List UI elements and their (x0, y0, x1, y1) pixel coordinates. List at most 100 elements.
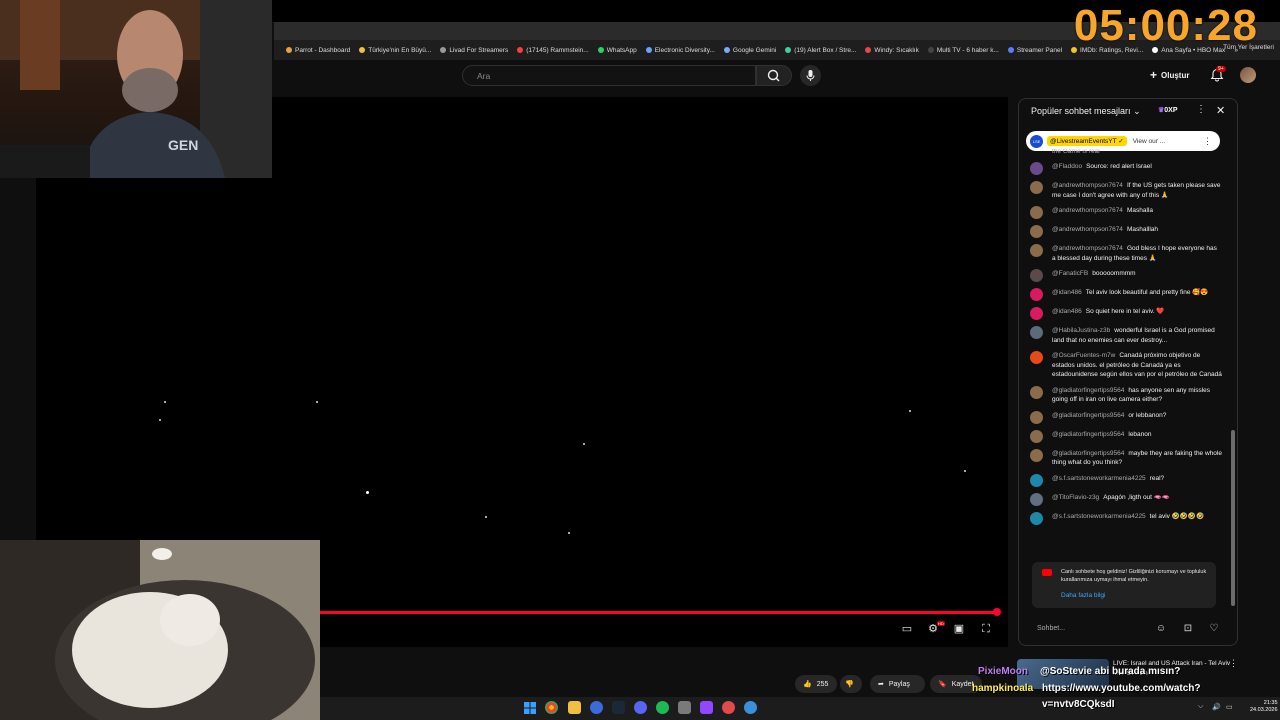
bookmark-item[interactable]: (17145) Rammstein... (517, 47, 589, 54)
create-button[interactable]: + Oluştur (1150, 68, 1189, 82)
learn-more-link[interactable]: Daha fazla bilgi (1061, 592, 1105, 599)
chat-message-body: @s.f.sartstoneworkarmenia4225 tel aviv 🤣🤣… (1052, 512, 1204, 525)
bookmark-item[interactable]: Livad For Streamers (440, 47, 508, 54)
chat-author[interactable]: @s.f.sartstoneworkarmenia4225 (1052, 475, 1146, 482)
bookmark-icon (785, 47, 792, 53)
chat-author[interactable]: @HabilaJustina-z3b (1052, 327, 1110, 334)
chat-author[interactable]: @Fladdoo (1052, 163, 1082, 170)
bookmark-label: Parrot - Dashboard (295, 46, 351, 54)
youtube-icon (1042, 569, 1052, 576)
chat-message[interactable]: @andrewthompson7674 Mashalla (1030, 206, 1222, 219)
chat-message[interactable]: @idan486 So quiet here in tel aviv. ❤️ (1030, 307, 1222, 320)
system-clock[interactable]: 21:35 24.03.2026 (1250, 700, 1278, 714)
chat-message[interactable]: @gladiatorfingertips9564 lebanon (1030, 429, 1222, 443)
emoji-icon[interactable]: ☺ (1154, 622, 1168, 636)
chrome-icon[interactable] (545, 701, 558, 714)
discord-icon[interactable] (634, 701, 647, 714)
bookmark-item[interactable]: Multi TV - 6 haber k... (927, 47, 999, 54)
voice-search-button[interactable] (800, 65, 821, 86)
bookmark-label: Google Gemini (732, 46, 777, 54)
bookmark-item[interactable]: Google Gemini (723, 46, 777, 54)
heart-icon[interactable]: ♡ (1207, 622, 1221, 636)
chat-message[interactable]: @FanaticFB booooommmm (1030, 269, 1222, 282)
like-button[interactable]: 👍 255 (795, 675, 837, 693)
chat-author[interactable]: @gladiatorfingertips9564 (1052, 387, 1124, 394)
chat-author[interactable]: @s.f.sartstoneworkarmenia4225 (1052, 513, 1146, 520)
chat-author[interactable]: @OscarFuentes-m7w (1052, 352, 1115, 359)
file-explorer-icon[interactable] (568, 701, 581, 714)
chat-message[interactable]: @andrewthompson7674 Mashalllah (1030, 225, 1222, 238)
bookmark-item[interactable]: (19) Alert Box / Stre... (785, 47, 856, 54)
chat-message[interactable]: @andrewthompson7674 If the US gets taken … (1030, 181, 1222, 200)
chat-mode-dropdown[interactable]: Popüler sohbet mesajları ⌄ (1031, 106, 1141, 117)
spotify-icon[interactable] (656, 701, 669, 714)
chat-author[interactable]: @TitoFlavio-z3g (1052, 494, 1099, 501)
theater-mode-icon[interactable]: ▣ (952, 622, 966, 636)
chat-message[interactable]: @s.f.sartstoneworkarmenia4225 tel aviv 🤣🤣… (1030, 511, 1222, 525)
progress-scrubber[interactable] (993, 608, 1001, 616)
chat-author[interactable]: @FanaticFB (1052, 270, 1088, 277)
more-options-icon[interactable]: ⋮ (1196, 104, 1206, 115)
miniplayer-icon[interactable]: ▭ (900, 622, 914, 636)
chat-author[interactable]: @gladiatorfingertips9564 (1052, 412, 1124, 419)
network-icon[interactable]: ⌵ (1198, 703, 1203, 711)
chat-author[interactable]: @gladiatorfingertips9564 (1052, 450, 1124, 457)
chat-author[interactable]: @andrewthompson7674 (1052, 207, 1123, 214)
chat-message-body: @gladiatorfingertips9564 maybe they are f… (1052, 449, 1222, 468)
steam-icon[interactable] (612, 701, 625, 714)
more-options-icon[interactable]: ⋮ (1203, 136, 1212, 147)
bookmark-label: Livad For Streamers (449, 46, 509, 54)
avatar (1030, 288, 1043, 301)
video-star (964, 470, 966, 472)
chat-message[interactable]: @TitoFlavio-z3g Apagón ,ligth out 🫦🫦 (1030, 492, 1222, 506)
chat-input[interactable]: Sohbet... (1030, 620, 1153, 638)
chat-message[interactable]: @gladiatorfingertips9564 maybe they are f… (1030, 448, 1222, 468)
search-button[interactable] (756, 65, 792, 86)
bookmark-item[interactable]: Türkiye'nin En Büyü... (359, 47, 431, 54)
dislike-button[interactable]: 👎 (840, 675, 862, 693)
app-icon[interactable] (678, 701, 691, 714)
battery-icon[interactable]: ▭ (1226, 703, 1233, 711)
chat-message[interactable]: @idan486 Tel aviv look beautiful and pret… (1030, 288, 1222, 301)
chat-scrollbar[interactable] (1231, 430, 1235, 606)
avatar[interactable] (1240, 67, 1256, 83)
bookmark-item[interactable]: Electronic Diversity... (645, 47, 715, 54)
bookmark-item[interactable]: WhatsApp (597, 47, 637, 54)
xp-badge[interactable]: ♛0XP (1158, 106, 1178, 114)
share-button[interactable]: ➦ Paylaş (870, 675, 925, 693)
video-star (485, 516, 487, 518)
speaker-icon[interactable]: 🔊 (1212, 703, 1221, 711)
video-star (316, 401, 318, 403)
progress-bar[interactable] (320, 611, 1000, 614)
chat-author[interactable]: @andrewthompson7674 (1052, 245, 1123, 252)
bookmark-item[interactable]: Windy: Sıcaklık (865, 47, 919, 54)
bookmark-icon: 🔖 (938, 681, 947, 688)
close-icon[interactable]: ✕ (1216, 104, 1225, 117)
app-icon[interactable] (700, 701, 713, 714)
avatar (1030, 385, 1043, 399)
chat-message[interactable]: @OscarFuentes-m7w Canadá próximo objetivo… (1030, 351, 1222, 380)
chat-author[interactable]: @idan486 (1052, 308, 1082, 315)
chat-message[interactable]: @gladiatorfingertips9564 has anyone sen a… (1030, 385, 1222, 405)
app-icon[interactable] (722, 701, 735, 714)
chat-message[interactable]: @andrewthompson7674 God bless I hope ever… (1030, 244, 1222, 263)
super-chat-icon[interactable]: ⊡ (1181, 622, 1195, 636)
app-icon[interactable] (744, 701, 757, 714)
search-input[interactable]: Ara (462, 65, 756, 86)
chat-author[interactable]: @andrewthompson7674 (1052, 226, 1123, 233)
bookmark-item[interactable]: Parrot - Dashboard (286, 47, 350, 54)
chat-author[interactable]: @gladiatorfingertips9564 (1052, 431, 1124, 438)
app-icon[interactable] (590, 701, 603, 714)
chat-message[interactable]: @Fladdoo Source: red alert Israel (1030, 162, 1222, 175)
chat-author[interactable]: @idan486 (1052, 289, 1082, 296)
fullscreen-icon[interactable]: ⛶ (979, 622, 993, 636)
chat-message[interactable]: @gladiatorfingertips9564 or lebbanon? (1030, 410, 1222, 424)
more-options-icon[interactable]: ⋮ (1229, 658, 1238, 669)
bookmark-item[interactable]: Streamer Panel (1007, 47, 1062, 54)
avatar (1030, 269, 1043, 282)
chat-message[interactable]: @HabilaJustina-z3b wonderful Israel is a … (1030, 326, 1222, 345)
chat-author[interactable]: @andrewthompson7674 (1052, 182, 1123, 189)
windows-start-icon[interactable] (524, 702, 536, 714)
chat-message[interactable]: @s.f.sartstoneworkarmenia4225 real? (1030, 473, 1222, 487)
pinned-message[interactable]: LSE @LivestreamEventsYT ✓ View our ... ⋮ (1026, 131, 1220, 151)
